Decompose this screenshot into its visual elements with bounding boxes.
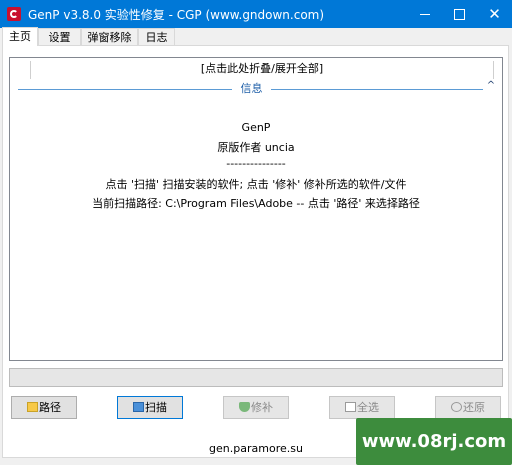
info-line-app-name: GenP (241, 121, 271, 134)
tab-log[interactable]: 日志 (138, 28, 175, 45)
fold-expand-all-link[interactable]: [点击此处折叠/展开全部] (30, 61, 494, 79)
section-divider-right (271, 89, 483, 90)
window-title: GenP v3.8.0 实验性修复 - CGP (www.gndown.com) (28, 8, 325, 22)
info-line-separator: --------------- (226, 157, 286, 170)
patch-button[interactable]: 修补 (223, 396, 289, 419)
tab-popup-removal[interactable]: 弹窗移除 (81, 28, 138, 45)
restore-button-label: 还原 (463, 401, 485, 414)
watermark: www.08rj.com (356, 418, 512, 465)
progress-bar (9, 368, 503, 387)
tab-settings[interactable]: 设置 (38, 28, 81, 45)
scan-icon (133, 402, 144, 412)
restore-button[interactable]: 还原 (435, 396, 501, 419)
maximize-button[interactable] (442, 0, 477, 28)
section-title-info: 信息 (240, 82, 263, 95)
collapse-chevron-icon[interactable]: ^ (484, 80, 498, 91)
info-line-instructions: 点击 '扫描' 扫描安装的软件; 点击 '修补' 修补所选的软件/文件 (105, 178, 407, 191)
restore-icon (451, 402, 462, 412)
app-icon (7, 7, 21, 21)
minimize-button[interactable] (407, 0, 442, 28)
select-all-button-label: 全选 (357, 401, 379, 414)
minimize-icon (419, 14, 430, 15)
tab-home[interactable]: 主页 (2, 27, 38, 46)
close-button[interactable]: ✕ (477, 0, 512, 28)
scan-button[interactable]: 扫描 (117, 396, 183, 419)
info-log-panel[interactable]: [点击此处折叠/展开全部] 信息 ^ GenP 原版作者 uncia -----… (9, 57, 503, 361)
title-bar: GenP v3.8.0 实验性修复 - CGP (www.gndown.com)… (0, 0, 512, 28)
scan-button-label: 扫描 (145, 401, 167, 414)
info-line-author: 原版作者 uncia (217, 141, 295, 154)
path-button[interactable]: 路径 (11, 396, 77, 419)
section-divider-left (18, 89, 232, 90)
info-line-scan-path: 当前扫描路径: C:\Program Files\Adobe -- 点击 '路径… (92, 197, 420, 210)
shield-icon (239, 402, 250, 412)
path-button-label: 路径 (39, 401, 61, 414)
select-all-button[interactable]: 全选 (329, 396, 395, 419)
checkbox-icon (345, 402, 356, 412)
maximize-icon (454, 9, 465, 20)
patch-button-label: 修补 (251, 401, 273, 414)
folder-icon (27, 402, 38, 412)
